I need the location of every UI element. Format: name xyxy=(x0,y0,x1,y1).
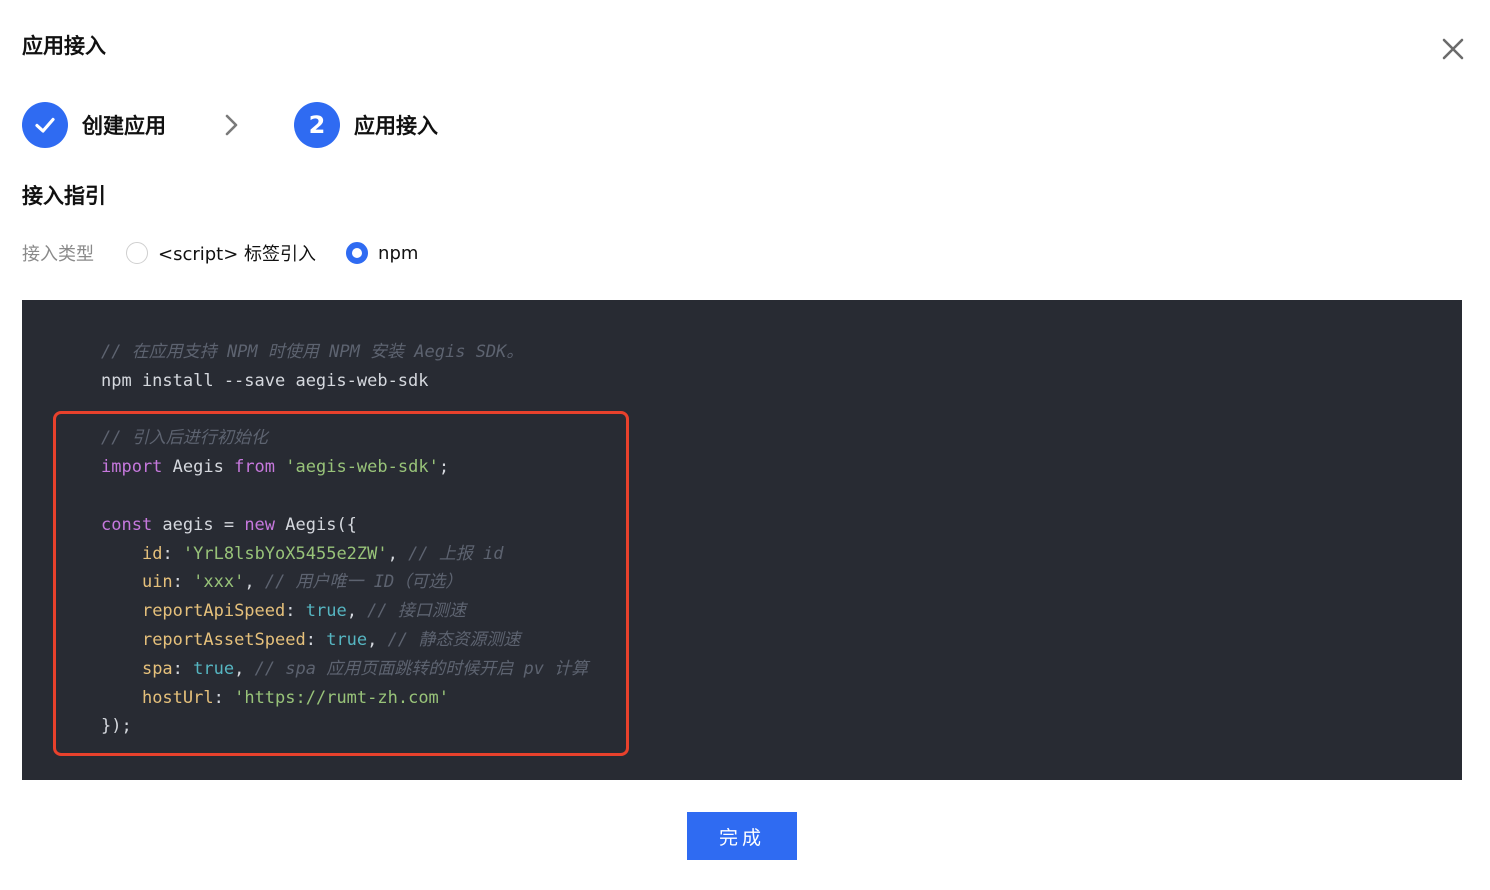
access-type-label: 接入类型 xyxy=(22,244,94,265)
stepper: 创建应用 2 应用接入 xyxy=(22,102,438,148)
close-icon[interactable] xyxy=(1440,36,1466,62)
chevron-right-icon xyxy=(225,114,238,136)
radio-script-tag[interactable] xyxy=(126,242,148,264)
step-label-access: 应用接入 xyxy=(354,114,438,138)
radio-npm[interactable] xyxy=(346,242,369,264)
check-icon xyxy=(35,117,55,133)
dialog-title: 应用接入 xyxy=(22,34,106,58)
done-button[interactable]: 完成 xyxy=(687,812,797,860)
option-npm-label: npm xyxy=(378,242,419,264)
highlight-box xyxy=(53,411,629,756)
code-line: npm install --save aegis-web-sdk xyxy=(101,370,429,391)
step-number-circle: 2 xyxy=(294,102,340,148)
step-label-create: 创建应用 xyxy=(82,114,166,138)
access-type-row: 接入类型 <script> 标签引入 npm xyxy=(22,238,448,268)
step-done-circle xyxy=(22,102,68,148)
option-script-label: <script> 标签引入 xyxy=(158,244,317,265)
section-title: 接入指引 xyxy=(22,184,106,208)
option-npm[interactable]: npm xyxy=(346,242,418,264)
option-script-tag[interactable]: <script> 标签引入 xyxy=(126,240,316,266)
code-comment: // 在应用支持 NPM 时使用 NPM 安装 Aegis SDK。 xyxy=(101,342,524,362)
